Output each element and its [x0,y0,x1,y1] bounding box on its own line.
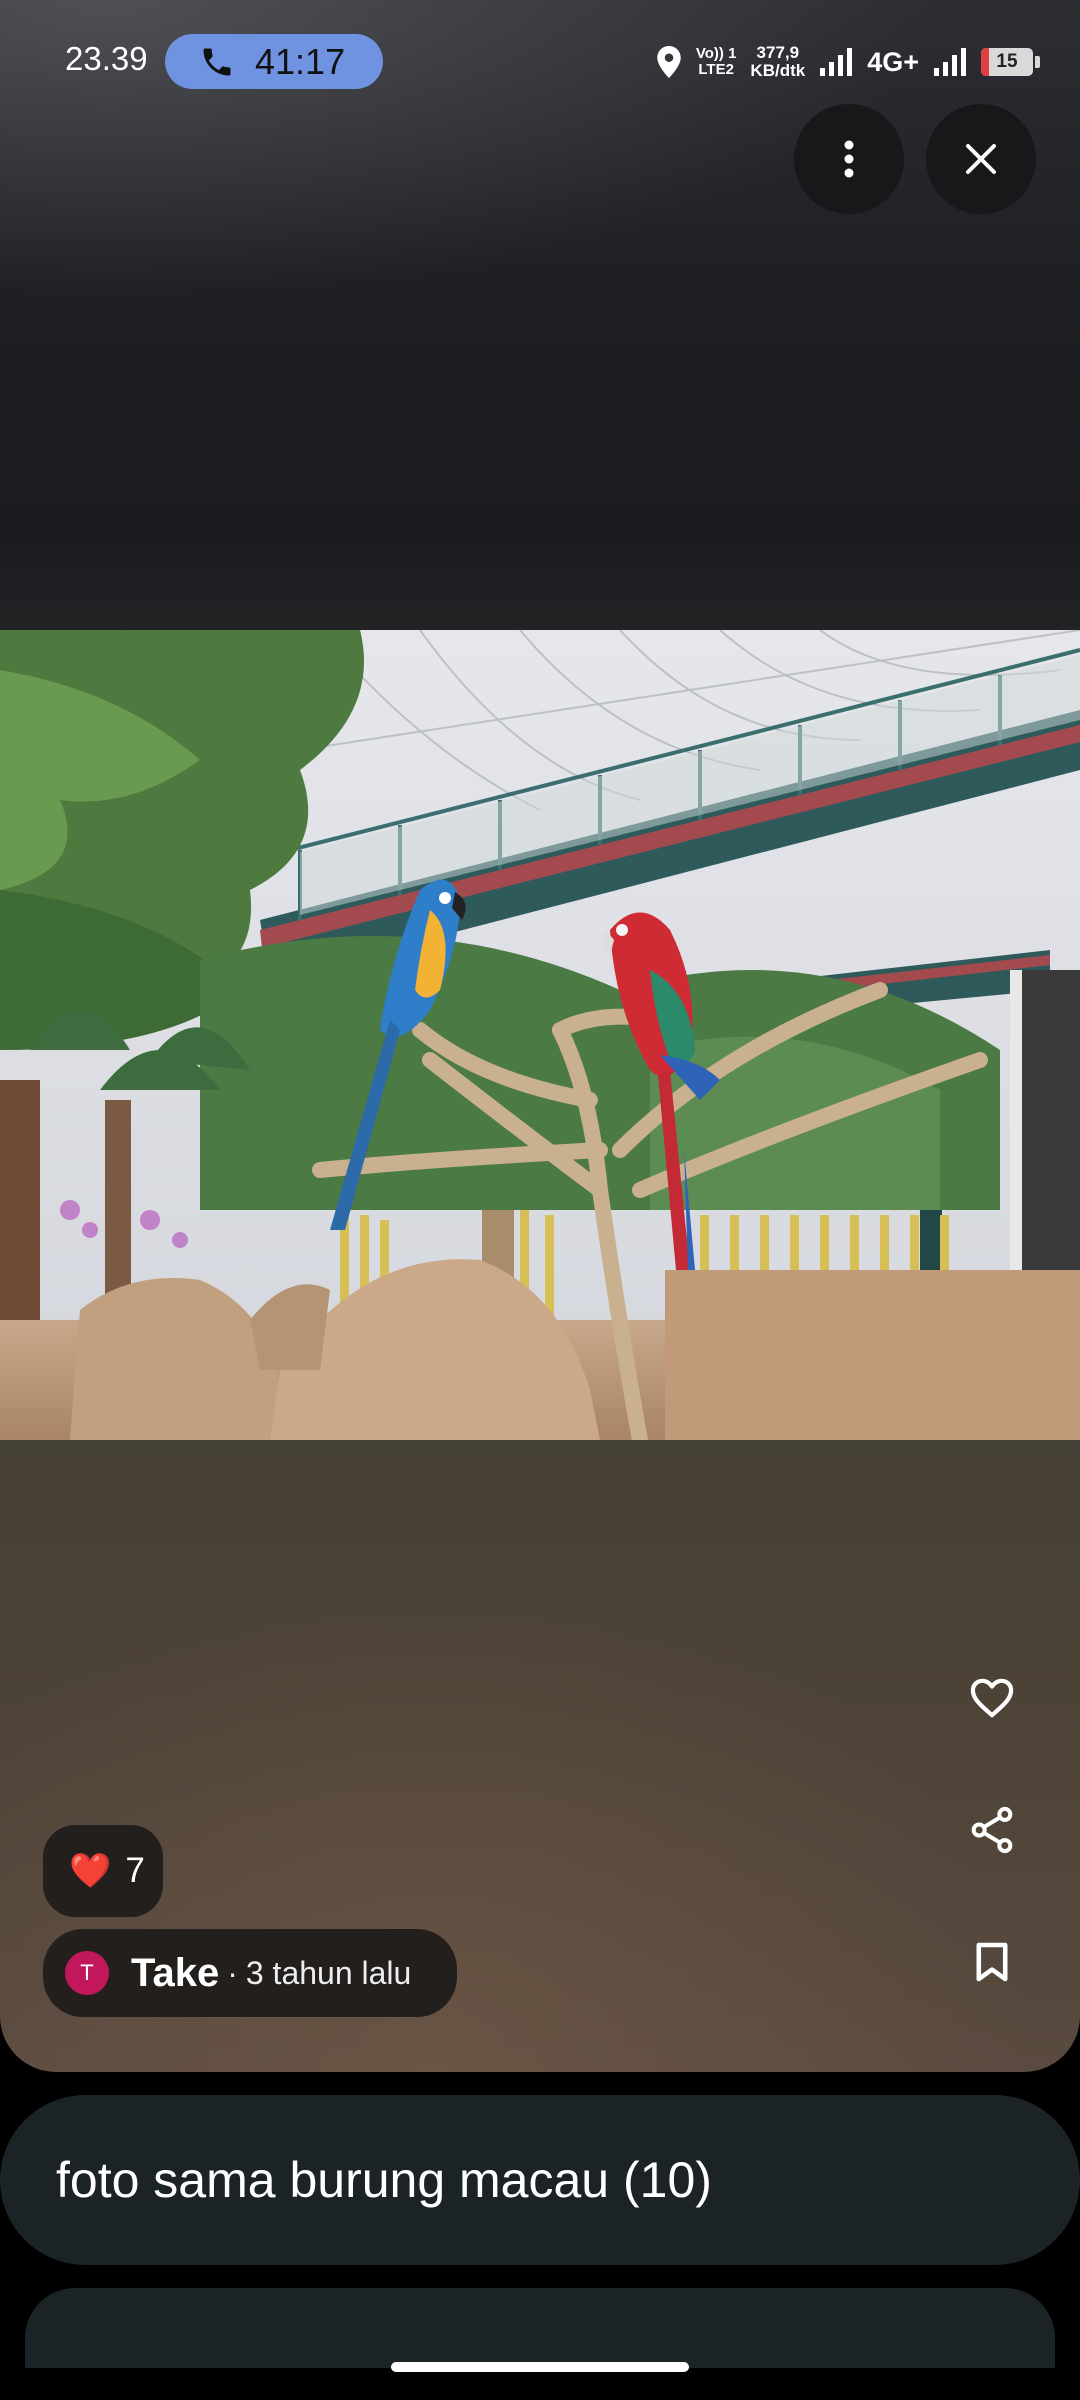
volte-label: Vo)) 1 [695,45,737,62]
author-separator: · [227,1954,238,1991]
heart-reaction-icon: ❤️ [69,1852,112,1890]
author-chip[interactable]: T Take · 3 tahun lalu [43,1929,457,2017]
posted-time: 3 tahun lalu [245,1954,412,1991]
more-options-button[interactable] [794,104,904,214]
signal-strength-2-icon [934,48,966,76]
avatar: T [65,1951,109,1995]
location-pin-icon [657,46,681,78]
status-icons: Vo)) 1 LTE2 377,9 KB/dtk 4G+ 15 [656,36,1040,88]
call-timer: 41:17 [255,40,346,82]
close-button[interactable] [926,104,1036,214]
photo-viewer: 23.39 41:17 Vo)) 1 LTE2 377,9 KB/dtk 4G+ [0,0,1080,2072]
reaction-count: 7 [125,1851,145,1890]
like-button[interactable] [957,1663,1027,1733]
speed-value: 377,9 [756,43,800,62]
phone-icon [203,48,231,75]
close-icon [966,144,996,174]
volte-indicator: Vo)) 1 LTE2 [696,46,737,78]
signal-strength-icon [820,48,853,76]
album-title: foto sama burung macau (10) [56,2152,712,2208]
heart-outline-icon [970,1678,1014,1718]
next-card-peek[interactable] [25,2288,1055,2368]
network-speed: 377,9 KB/dtk [750,44,805,80]
macaw-photo[interactable] [0,630,1080,1440]
home-indicator[interactable] [391,2362,689,2372]
status-time: 23.39 [65,40,148,77]
battery-tip [1035,56,1040,68]
author-name: Take [131,1950,220,1995]
share-icon [971,1806,1013,1854]
battery-percent: 15 [996,51,1018,72]
lte-label: LTE2 [698,61,734,78]
save-button[interactable] [957,1927,1027,1997]
battery-level [981,48,989,76]
album-title-card[interactable]: foto sama burung macau (10) [0,2095,1080,2265]
network-type: 4G+ [867,46,919,77]
speed-unit: KB/dtk [750,61,806,80]
status-bar: 23.39 41:17 Vo)) 1 LTE2 377,9 KB/dtk 4G+ [0,0,1080,120]
bookmark-icon [976,1942,1008,1982]
reaction-summary-chip[interactable]: ❤️ 7 [43,1825,163,1917]
share-button[interactable] [957,1795,1027,1865]
more-vert-icon [844,140,854,178]
ongoing-call-chip[interactable]: 41:17 [165,34,383,89]
battery-icon: 15 [981,48,1033,76]
